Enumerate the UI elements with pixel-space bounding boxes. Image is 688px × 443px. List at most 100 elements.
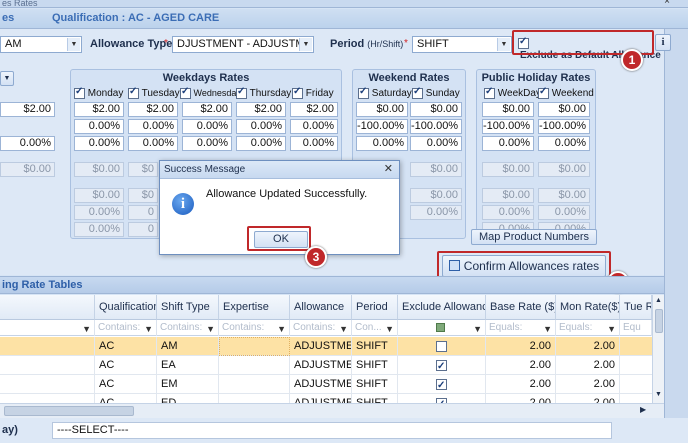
column-header-period[interactable]: Period <box>352 295 398 320</box>
weekend-saturday-checkbox[interactable]: Saturday <box>358 86 412 99</box>
filter-icon[interactable]: ▼ <box>277 322 286 336</box>
saturday-rate-field[interactable]: $0.00 <box>356 102 408 117</box>
filter-icon[interactable]: ▼ <box>473 322 482 336</box>
base-rate-field[interactable]: $2.00 <box>0 102 55 117</box>
base-percent-field[interactable]: 0.00% <box>0 136 55 151</box>
holiday-weekday-rate-field[interactable]: $0.00 <box>482 102 534 117</box>
filter-icon[interactable]: ▼ <box>206 322 215 336</box>
filter-icon[interactable]: ▼ <box>385 322 394 336</box>
close-icon[interactable]: ✕ <box>384 162 393 175</box>
filter-cell[interactable]: Equals: ▼ <box>486 320 556 336</box>
checkbox-checked-icon[interactable] <box>436 377 447 394</box>
filter-icon[interactable]: ▼ <box>144 322 153 336</box>
filter-cell[interactable]: Contains: ▼ <box>290 320 352 336</box>
sunday-rate-field[interactable]: $0.00 <box>410 102 462 117</box>
filter-icon[interactable]: ▼ <box>82 322 91 336</box>
scroll-down-icon[interactable]: ▼ <box>654 391 663 398</box>
scroll-up-icon[interactable]: ▲ <box>654 297 663 304</box>
allowance-type-combo[interactable]: DJUSTMENT - ADJUSTME ▼ <box>172 36 314 53</box>
filter-cell[interactable]: ▼ <box>0 320 95 336</box>
holiday-weekend-checkbox[interactable]: Weekend <box>538 86 594 99</box>
map-product-numbers-button[interactable]: Map Product Numbers <box>471 229 597 245</box>
column-header-tue-rate[interactable]: Tue R <box>620 295 652 320</box>
right-edge-panel <box>664 29 688 418</box>
filter-icon[interactable]: ▼ <box>543 322 552 336</box>
holiday-weekday-checkbox[interactable]: WeekDay <box>484 86 541 99</box>
checkbox-filter-icon[interactable] <box>436 323 445 332</box>
weekday-friday-checkbox[interactable]: Friday <box>292 86 334 99</box>
scroll-thumb[interactable] <box>655 309 663 333</box>
holiday-weekend-percent2-field[interactable]: 0.00% <box>538 136 590 151</box>
thursday-rate-field[interactable]: $2.00 <box>236 102 286 117</box>
saturday-percent-field[interactable]: -100.00% <box>356 119 408 134</box>
filter-cell[interactable]: Contains: ▼ <box>95 320 157 336</box>
filter-cell[interactable]: Con... ▼ <box>352 320 398 336</box>
table-row[interactable]: AC ED ADJUSTME... SHIFT 2.00 2.00 <box>0 394 652 403</box>
friday-rate-field[interactable]: $2.00 <box>290 102 338 117</box>
tuesday-percent2-field[interactable]: 0.00% <box>128 136 178 151</box>
holiday-weekday-percent-field[interactable]: -100.00% <box>482 119 534 134</box>
weekday-wednesday-checkbox[interactable]: Wednesday <box>180 86 241 100</box>
horizontal-scrollbar[interactable]: ▶ <box>0 403 664 418</box>
filter-icon[interactable]: ▼ <box>339 322 348 336</box>
wednesday-percent2-field[interactable]: 0.00% <box>182 136 232 151</box>
table-row[interactable]: AC AM ADJUSTME... SHIFT 2.00 2.00 <box>0 337 652 356</box>
holiday-weekend-rate-field[interactable]: $0.00 <box>538 102 590 117</box>
exclude-allowance-cell[interactable] <box>398 337 486 356</box>
filter-cell[interactable]: Equ <box>620 320 652 336</box>
friday-percent-field[interactable]: 0.00% <box>290 119 338 134</box>
sunday-percent2-field[interactable]: 0.00% <box>410 136 462 151</box>
info-icon[interactable]: i <box>655 34 671 51</box>
checkbox-unchecked-icon[interactable] <box>436 340 447 352</box>
column-header-mon-rate[interactable]: Mon Rate($) <box>556 295 620 320</box>
sunday-percent-field[interactable]: -100.00% <box>410 119 462 134</box>
filter-cell[interactable]: ▼ <box>398 320 486 336</box>
checkbox-checked-icon[interactable] <box>436 358 447 375</box>
column-header-allowance[interactable]: Allowance <box>290 295 352 320</box>
weekday-tuesday-checkbox[interactable]: Tuesday <box>128 86 180 99</box>
weekday-monday-checkbox[interactable]: Monday <box>74 86 123 99</box>
column-header-expertise[interactable]: Expertise <box>219 295 290 320</box>
filter-cell[interactable]: Contains: ▼ <box>219 320 290 336</box>
vertical-scrollbar[interactable]: ▲ ▼ <box>652 295 664 403</box>
column-header-qualification[interactable]: Qualification <box>95 295 157 320</box>
window-close-icon[interactable]: × <box>664 0 670 7</box>
filter-cell[interactable]: Contains: ▼ <box>157 320 219 336</box>
chevron-down-icon[interactable]: ▼ <box>299 38 312 51</box>
wednesday-percent-field[interactable]: 0.00% <box>182 119 232 134</box>
column-header[interactable] <box>0 295 95 320</box>
saturday-percent2-field[interactable]: 0.00% <box>356 136 408 151</box>
tuesday-percent-field[interactable]: 0.00% <box>128 119 178 134</box>
chevron-down-icon[interactable]: ▼ <box>497 38 510 51</box>
friday-percent2-field[interactable]: 0.00% <box>290 136 338 151</box>
thursday-percent-field[interactable]: 0.00% <box>236 119 286 134</box>
column-header-base-rate[interactable]: Base Rate ($) <box>486 295 556 320</box>
column-header-exclude-allowance[interactable]: Exclude Allowance <box>398 295 486 320</box>
chevron-down-icon[interactable]: ▼ <box>67 38 80 51</box>
exclude-allowance-cell[interactable] <box>398 356 486 375</box>
column-header-shift-type[interactable]: Shift Type <box>157 295 219 320</box>
exclude-allowance-cell[interactable] <box>398 375 486 394</box>
holiday-weekend-percent-field[interactable]: -100.00% <box>538 119 590 134</box>
chevron-down-icon[interactable]: ▼ <box>0 71 14 86</box>
monday-percent-field[interactable]: 0.00% <box>74 119 124 134</box>
holiday-weekday-percent2-field[interactable]: 0.00% <box>482 136 534 151</box>
table-row[interactable]: AC EM ADJUSTME... SHIFT 2.00 2.00 <box>0 375 652 394</box>
weekend-sunday-checkbox[interactable]: Sunday <box>412 86 460 99</box>
exclude-allowance-cell[interactable] <box>398 394 486 403</box>
filter-cell[interactable]: Equals: ▼ <box>556 320 620 336</box>
scroll-right-icon[interactable]: ▶ <box>640 405 646 414</box>
thursday-percent2-field[interactable]: 0.00% <box>236 136 286 151</box>
scroll-thumb[interactable] <box>4 406 134 416</box>
monday-rate-field[interactable]: $2.00 <box>74 102 124 117</box>
filter-icon[interactable]: ▼ <box>607 322 616 336</box>
weekday-thursday-checkbox[interactable]: Thursday <box>236 86 291 99</box>
shift-type-combo[interactable]: AM ▼ <box>0 36 82 53</box>
period-combo[interactable]: SHIFT ▼ <box>412 36 512 53</box>
wednesday-rate-field[interactable]: $2.00 <box>182 102 232 117</box>
monday-percent2-field[interactable]: 0.00% <box>74 136 124 151</box>
tuesday-rate-field[interactable]: $2.00 <box>128 102 178 117</box>
select-combo[interactable]: ----SELECT---- <box>52 422 612 439</box>
qualification-label: Qualification : AC - AGED CARE <box>52 12 220 24</box>
table-row[interactable]: AC EA ADJUSTME... SHIFT 2.00 2.00 <box>0 356 652 375</box>
